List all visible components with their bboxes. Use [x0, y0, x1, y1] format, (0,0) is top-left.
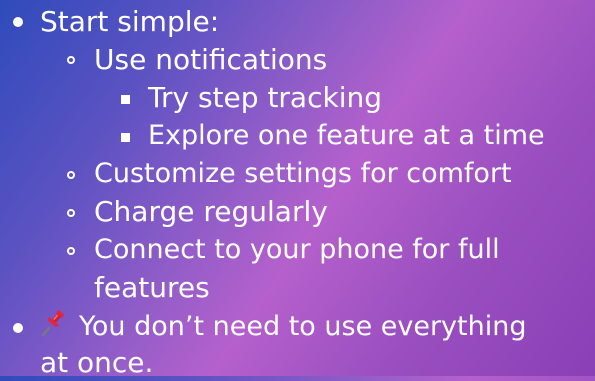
bullet-use-notifications: Use notifications: [94, 43, 328, 76]
bullet-square: [121, 95, 130, 104]
bullet-explore-one-feature: Explore one feature at a time: [148, 120, 545, 151]
bullet-customize-settings: Customize settings for comfort: [94, 158, 512, 189]
bullet-square: [121, 133, 130, 142]
bullet-disc: [13, 17, 23, 27]
bullet-connect-phone-line2: features: [94, 271, 210, 304]
slide: Start simple: Use notifications Try step…: [0, 0, 595, 379]
bullet-dont-need-line1: You don’t need to use everything: [79, 311, 527, 342]
bullet-connect-phone-line1: Connect to your phone for full: [94, 234, 500, 265]
bullet-circle: [67, 171, 75, 179]
bullet-start-simple: Start simple:: [40, 5, 220, 38]
bullet-try-step-tracking: Try step tracking: [148, 81, 382, 114]
bullet-circle: [67, 247, 75, 255]
bullet-circle: [67, 209, 75, 217]
pushpin-icon: [40, 307, 70, 337]
bullet-circle: [67, 56, 75, 64]
bullet-disc: [13, 323, 23, 333]
bullet-charge-regularly: Charge regularly: [94, 195, 328, 228]
